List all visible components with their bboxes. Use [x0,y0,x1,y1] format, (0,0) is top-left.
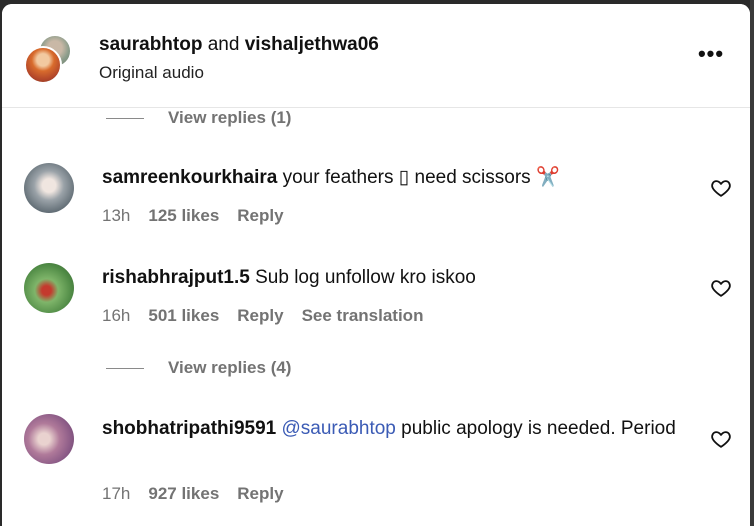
comments-panel: saurabhtop and vishaljethwa06 Original a… [2,4,750,526]
author-link-1[interactable]: saurabhtop [99,34,202,55]
collab-avatars[interactable] [24,34,76,84]
comment-text: shobhatripathi9591 @saurabhtop public ap… [102,415,682,443]
view-replies-button[interactable]: View replies (1) [106,106,291,130]
replies-divider [106,117,144,119]
heart-icon[interactable] [710,277,732,299]
comment-meta: 13h 125 likes Reply [102,206,284,226]
heart-icon[interactable] [710,177,732,199]
see-translation-button[interactable]: See translation [302,306,424,326]
comment-time: 17h [102,484,131,503]
avatar[interactable] [24,263,74,313]
reply-button[interactable]: Reply [237,484,283,504]
view-replies-button[interactable]: View replies (4) [106,356,291,380]
post-authors: saurabhtop and vishaljethwa06 [99,34,379,56]
comment-text: samreenkourkhaira your feathers ▯ need s… [102,164,682,192]
post-header: saurabhtop and vishaljethwa06 Original a… [2,4,750,108]
comment-username[interactable]: samreenkourkhaira [102,167,277,188]
background-edge [750,0,754,526]
avatar[interactable] [24,163,74,213]
comment-text: rishabhrajput1.5 Sub log unfollow kro is… [102,264,682,292]
comment-time: 13h [102,206,131,225]
view-replies-label: View replies (4) [168,358,292,377]
comment-username[interactable]: rishabhrajput1.5 [102,267,250,288]
comment-body: Sub log unfollow kro iskoo [255,267,476,288]
comment-time: 16h [102,306,131,325]
view-replies-label: View replies (1) [168,108,292,127]
mention-link[interactable]: @saurabhtop [282,418,396,439]
avatar-primary [24,46,62,84]
replies-divider [106,367,144,369]
reply-button[interactable]: Reply [237,206,283,226]
comment-meta: 16h 501 likes Reply See translation [102,306,423,326]
comment-body: your feathers ▯ need scissors ✂️ [282,167,560,188]
more-options-icon[interactable]: ••• [696,42,726,72]
comment-username[interactable]: shobhatripathi9591 [102,418,276,439]
likes-count[interactable]: 125 likes [148,206,219,226]
likes-count[interactable]: 501 likes [148,306,219,326]
reply-button[interactable]: Reply [237,306,283,326]
comment-body: public apology is needed. Period [401,418,676,439]
authors-joiner: and [207,34,240,55]
heart-icon[interactable] [710,428,732,450]
avatar[interactable] [24,414,74,464]
audio-label[interactable]: Original audio [99,63,204,83]
likes-count[interactable]: 927 likes [148,484,219,504]
author-link-2[interactable]: vishaljethwa06 [245,34,379,55]
comment-meta: 17h 927 likes Reply [102,484,284,504]
